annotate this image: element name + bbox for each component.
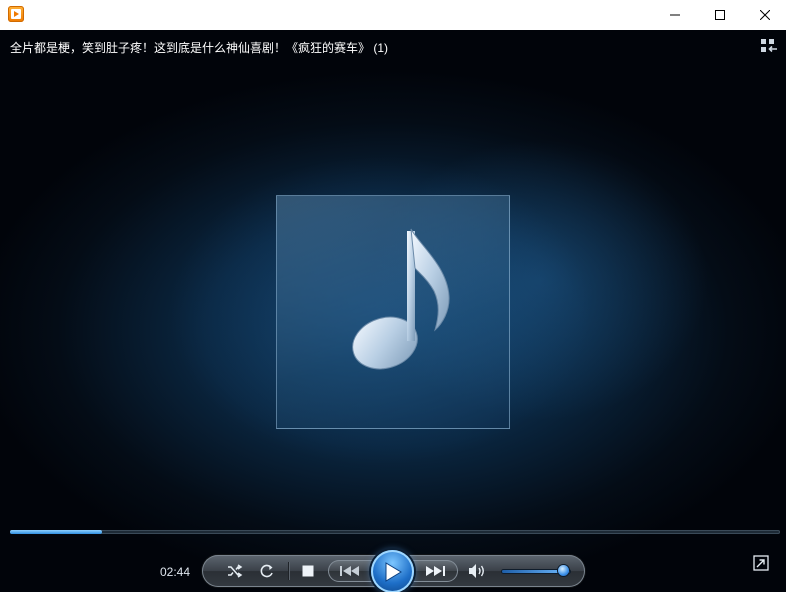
play-button[interactable] [371, 550, 414, 592]
minimize-icon [670, 14, 680, 16]
seek-bar[interactable] [10, 530, 780, 534]
shuffle-button[interactable] [224, 561, 246, 581]
close-button[interactable] [742, 0, 786, 30]
media-title: 全片都是梗，笑到肚子疼！这到底是什么神仙喜剧！《疯狂的赛车》 (1) [10, 41, 389, 55]
music-note-icon [352, 228, 450, 370]
maximize-button[interactable] [697, 0, 743, 30]
elapsed-time: 02:44 [160, 565, 191, 579]
minimize-button[interactable] [652, 0, 698, 30]
switch-to-fullscreen-button[interactable] [752, 555, 770, 571]
volume-slider-thumb[interactable] [558, 565, 569, 576]
shuffle-icon [228, 564, 243, 578]
mute-button[interactable] [467, 561, 489, 581]
speaker-icon [469, 564, 484, 578]
next-button[interactable] [412, 560, 458, 582]
maximize-icon [715, 10, 725, 20]
switch-to-library-icon [761, 39, 777, 53]
popout-icon [753, 555, 769, 571]
close-icon [760, 10, 770, 20]
play-icon [385, 561, 402, 582]
stop-button[interactable] [298, 561, 318, 581]
media-player-window: 全片都是梗，笑到肚子疼！这到底是什么神仙喜剧！《疯狂的赛车》 (1) 02:44 [0, 0, 786, 592]
repeat-icon [260, 564, 273, 578]
switch-to-library-button[interactable] [760, 38, 778, 54]
title-bar[interactable] [0, 0, 786, 30]
previous-button[interactable] [328, 560, 374, 582]
stop-icon [302, 565, 314, 577]
repeat-button[interactable] [256, 561, 278, 581]
previous-track-icon [340, 566, 359, 576]
media-player-app-icon[interactable] [8, 6, 24, 22]
seek-progress [10, 530, 103, 534]
now-playing-area[interactable]: 全片都是梗，笑到肚子疼！这到底是什么神仙喜剧！《疯狂的赛车》 (1) 02:44 [0, 30, 786, 592]
control-separator [288, 562, 289, 580]
album-art [276, 195, 510, 429]
next-track-icon [426, 566, 445, 576]
